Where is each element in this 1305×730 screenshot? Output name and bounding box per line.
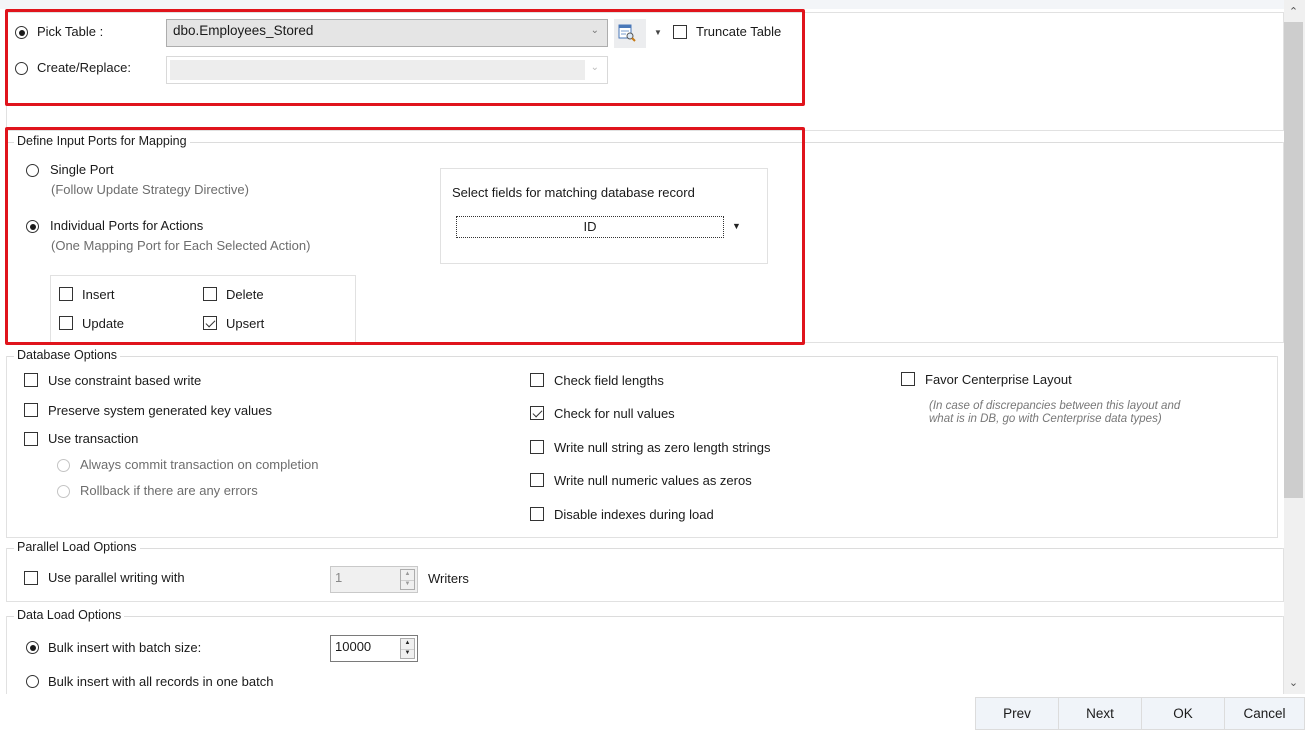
check-null-values-checkbox[interactable] bbox=[530, 406, 544, 420]
constraint-write-checkbox[interactable] bbox=[24, 373, 38, 387]
create-replace-combo[interactable]: ⌄ bbox=[166, 56, 608, 84]
spin-down-icon[interactable]: ▼ bbox=[401, 649, 414, 659]
upsert-checkbox[interactable] bbox=[203, 316, 217, 330]
null-string-zero-length-checkbox[interactable] bbox=[530, 440, 544, 454]
use-transaction-label: Use transaction bbox=[48, 431, 139, 446]
match-fields-value: ID bbox=[583, 219, 597, 234]
writers-value: 1 bbox=[335, 570, 343, 585]
parallel-writing-checkbox[interactable] bbox=[24, 571, 38, 585]
check-field-lengths-checkbox[interactable] bbox=[530, 373, 544, 387]
rollback-label: Rollback if there are any errors bbox=[80, 483, 258, 498]
batch-size-spinner[interactable]: 10000 ▲ ▼ bbox=[330, 635, 418, 662]
favor-layout-note-2: what is in DB, go with Centerprise data … bbox=[929, 413, 1162, 425]
pick-table-label: Pick Table : bbox=[37, 24, 104, 39]
single-port-radio[interactable] bbox=[26, 164, 39, 177]
dropdown-arrow-icon[interactable]: ▼ bbox=[732, 221, 741, 231]
single-port-desc: (Follow Update Strategy Directive) bbox=[51, 182, 249, 197]
create-replace-radio[interactable] bbox=[15, 62, 28, 75]
preserve-keys-label: Preserve system generated key values bbox=[48, 403, 272, 418]
database-options-legend: Database Options bbox=[14, 348, 121, 362]
always-commit-label: Always commit transaction on completion bbox=[80, 457, 319, 472]
truncate-table-checkbox[interactable] bbox=[673, 25, 687, 39]
scroll-up-icon[interactable]: ⌃ bbox=[1284, 3, 1303, 21]
spinner-buttons[interactable]: ▲ ▼ bbox=[400, 638, 415, 659]
null-numeric-zero-checkbox[interactable] bbox=[530, 473, 544, 487]
single-port-label: Single Port bbox=[50, 162, 114, 177]
match-fields-select[interactable]: ID bbox=[456, 216, 724, 238]
delete-label: Delete bbox=[226, 287, 264, 302]
preserve-keys-checkbox[interactable] bbox=[24, 403, 38, 417]
check-field-lengths-label: Check field lengths bbox=[554, 373, 664, 388]
use-transaction-checkbox[interactable] bbox=[24, 432, 38, 446]
divider bbox=[7, 616, 1282, 617]
individual-ports-radio[interactable] bbox=[26, 220, 39, 233]
create-replace-label: Create/Replace: bbox=[37, 60, 131, 75]
parallel-load-legend: Parallel Load Options bbox=[14, 540, 140, 554]
truncate-table-label: Truncate Table bbox=[696, 24, 782, 39]
spin-down-icon[interactable]: ▼ bbox=[401, 580, 414, 590]
bulk-all-radio[interactable] bbox=[26, 675, 39, 688]
ok-button[interactable]: OK bbox=[1141, 697, 1225, 730]
update-checkbox[interactable] bbox=[59, 316, 73, 330]
favor-layout-label: Favor Centerprise Layout bbox=[925, 372, 1072, 387]
batch-size-value: 10000 bbox=[335, 639, 372, 654]
insert-label: Insert bbox=[82, 287, 115, 302]
pick-table-combo[interactable]: dbo.Employees_Stored ⌄ bbox=[166, 19, 608, 47]
null-numeric-zero-label: Write null numeric values as zeros bbox=[554, 473, 752, 488]
divider bbox=[7, 356, 1276, 357]
update-label: Update bbox=[82, 316, 124, 331]
rollback-radio[interactable] bbox=[57, 485, 70, 498]
bulk-batch-label: Bulk insert with batch size: bbox=[48, 640, 202, 655]
constraint-write-label: Use constraint based write bbox=[48, 373, 202, 388]
null-string-zero-length-label: Write null string as zero length strings bbox=[554, 440, 771, 455]
input-ports-legend: Define Input Ports for Mapping bbox=[14, 134, 190, 148]
divider bbox=[7, 548, 1282, 549]
delete-checkbox[interactable] bbox=[203, 287, 217, 301]
writers-spinner[interactable]: 1 ▲ ▼ bbox=[330, 566, 418, 593]
next-button[interactable]: Next bbox=[1058, 697, 1142, 730]
favor-layout-checkbox[interactable] bbox=[901, 372, 915, 386]
bulk-all-label: Bulk insert with all records in one batc… bbox=[48, 674, 274, 689]
individual-ports-label: Individual Ports for Actions bbox=[50, 218, 204, 233]
pick-table-radio[interactable] bbox=[15, 26, 28, 39]
disable-indexes-label: Disable indexes during load bbox=[554, 507, 714, 522]
insert-checkbox[interactable] bbox=[59, 287, 73, 301]
cancel-button[interactable]: Cancel bbox=[1224, 697, 1305, 730]
scroll-down-icon[interactable]: ⌄ bbox=[1284, 674, 1303, 692]
disable-indexes-checkbox[interactable] bbox=[530, 507, 544, 521]
chevron-down-icon: ⌄ bbox=[590, 62, 599, 73]
scrollbar-thumb[interactable] bbox=[1284, 22, 1303, 498]
favor-layout-note-1: (In case of discrepancies between this l… bbox=[929, 400, 1181, 412]
always-commit-radio[interactable] bbox=[57, 459, 70, 472]
bulk-batch-radio[interactable] bbox=[26, 641, 39, 654]
spinner-buttons[interactable]: ▲ ▼ bbox=[400, 569, 415, 590]
top-strip bbox=[0, 0, 1305, 9]
divider bbox=[7, 142, 1282, 143]
dropdown-arrow-icon[interactable]: ▼ bbox=[654, 28, 662, 37]
individual-ports-desc: (One Mapping Port for Each Selected Acti… bbox=[51, 238, 311, 253]
check-null-values-label: Check for null values bbox=[554, 406, 675, 421]
prev-button[interactable]: Prev bbox=[975, 697, 1059, 730]
combo-field bbox=[170, 60, 585, 80]
table-search-icon bbox=[618, 24, 636, 42]
writers-label: Writers bbox=[428, 571, 469, 586]
match-fields-label: Select fields for matching database reco… bbox=[452, 185, 695, 200]
pick-table-value: dbo.Employees_Stored bbox=[173, 23, 314, 38]
data-load-legend: Data Load Options bbox=[14, 608, 125, 622]
table-browse-button[interactable] bbox=[614, 19, 646, 48]
actions-box bbox=[50, 275, 356, 345]
parallel-writing-label: Use parallel writing with bbox=[48, 570, 185, 585]
parallel-load-panel bbox=[6, 548, 1284, 602]
chevron-down-icon: ⌄ bbox=[590, 25, 599, 36]
upsert-label: Upsert bbox=[226, 316, 265, 331]
